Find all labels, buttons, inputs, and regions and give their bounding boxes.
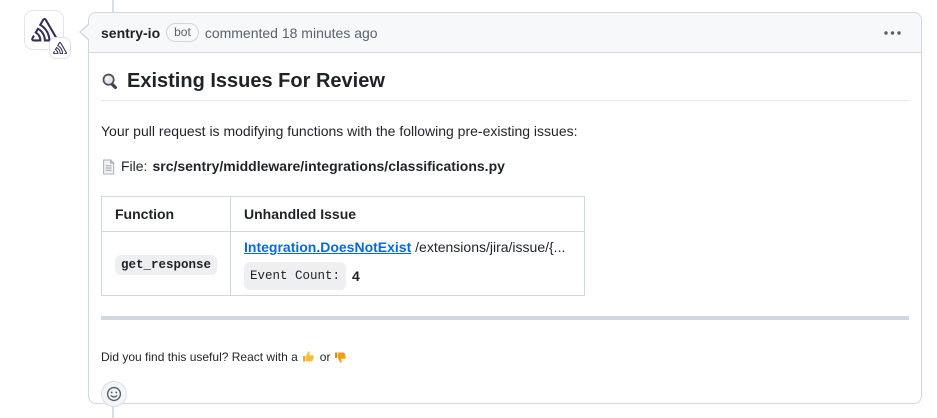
issue-title-line: Integration.DoesNotExist /extensions/jir…: [244, 237, 571, 257]
comment-header: sentry-io bot commented 18 minutes ago: [89, 13, 921, 53]
comment-author-avatar[interactable]: [24, 10, 72, 59]
file-line: File: src/sentry/middleware/integrations…: [101, 156, 909, 177]
comment-timestamp[interactable]: commented 18 minutes ago: [205, 25, 378, 41]
comment-title-text: Existing Issues For Review: [127, 69, 385, 94]
comment-title: Existing Issues For Review: [101, 69, 909, 101]
add-reaction-button[interactable]: [101, 381, 127, 407]
column-header-function: Function: [102, 197, 231, 232]
smiley-icon: [106, 386, 122, 402]
event-count-value: 4: [352, 265, 360, 287]
issue-table-row: get_response Integration.DoesNotExist /e…: [102, 232, 585, 296]
file-label: File:: [121, 156, 147, 177]
pr-timeline-page: sentry-io bot commented 18 minutes ago: [0, 0, 937, 418]
issue-cell: Integration.DoesNotExist /extensions/jir…: [231, 232, 585, 296]
intro-text: Your pull request is modifying functions…: [101, 121, 909, 142]
bot-avatar-badge: [49, 37, 71, 59]
page-icon: [101, 159, 116, 175]
function-cell: get_response: [102, 232, 231, 296]
comment-card: sentry-io bot commented 18 minutes ago: [88, 12, 922, 404]
feedback-prompt-text: Did you find this useful? React with a: [101, 350, 298, 364]
comment-body: Existing Issues For Review Your pull req…: [89, 53, 921, 407]
column-header-unhandled-issue: Unhandled Issue: [231, 197, 585, 232]
issue-transaction-path: /extensions/jira/issue/{...: [415, 239, 565, 255]
event-count-label: Event Count:: [244, 262, 346, 290]
feedback-prompt: Did you find this useful? React with a o…: [101, 350, 909, 364]
search-icon: [101, 72, 120, 91]
issues-table: Function Unhandled Issue get_response In…: [101, 196, 585, 296]
bot-badge: bot: [166, 23, 199, 42]
event-count-line: Event Count: 4: [244, 262, 571, 290]
feedback-prompt-or: or: [320, 350, 331, 364]
file-path: src/sentry/middleware/integrations/class…: [152, 156, 504, 177]
sentry-logo-small-icon: [53, 42, 67, 55]
thumbs-down-icon: [334, 350, 348, 364]
issue-link[interactable]: Integration.DoesNotExist: [244, 239, 411, 255]
divider: [101, 316, 909, 320]
comment-author[interactable]: sentry-io: [101, 25, 160, 41]
kebab-menu-button[interactable]: [878, 27, 907, 39]
kebab-menu-icon: [884, 31, 901, 35]
issues-table-header-row: Function Unhandled Issue: [102, 197, 585, 232]
function-name-code: get_response: [115, 255, 217, 275]
thumbs-up-icon: [302, 350, 316, 364]
